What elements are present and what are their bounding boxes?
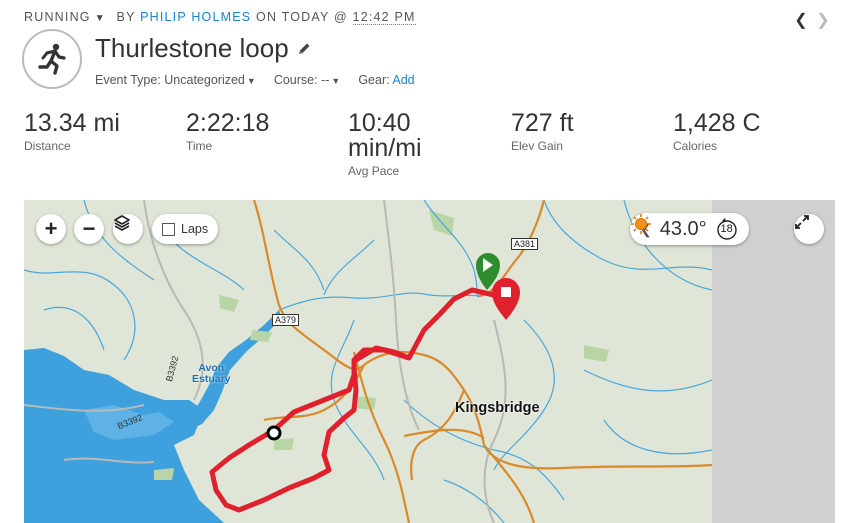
avg-pace-unit: min/mi: [348, 134, 422, 162]
town-label-kingsbridge: Kingsbridge: [455, 400, 540, 416]
elev-gain-value: 727 ft: [511, 109, 574, 137]
activity-meta: Event Type: Uncategorized ▼ Course: -- ▼ G…: [95, 73, 415, 87]
activity-time[interactable]: 12:42 PM: [352, 10, 416, 25]
stat-avg-pace: 10:40 min/mi Avg Pace: [348, 111, 422, 179]
distance-label: Distance: [24, 139, 71, 153]
elev-gain-label: Elev Gain: [511, 139, 564, 153]
add-gear-link[interactable]: Add: [392, 73, 414, 87]
road-label-a381: A381: [511, 238, 539, 250]
mile-marker-icon: [266, 425, 282, 441]
author-link[interactable]: PHILIP HOLMES: [140, 10, 251, 24]
next-activity-icon[interactable]: ❯: [812, 10, 834, 30]
time-value: 2:22:18: [186, 109, 270, 137]
gear-label: Gear:: [358, 73, 390, 87]
laps-label: Laps: [181, 222, 209, 236]
on-label: ON TODAY @: [256, 10, 348, 24]
activity-title-text: Thurlestone loop: [95, 33, 289, 63]
activity-navigation: ❮ ❯: [790, 10, 834, 30]
course-dropdown-icon: ▼: [331, 76, 341, 86]
weather-widget: ❮ 43.0° 18: [630, 213, 749, 245]
zoom-out-button[interactable]: −: [74, 214, 104, 244]
laps-checkbox[interactable]: [162, 222, 175, 236]
activity-header: RUNNING ▼ BY PHILIP HOLMES ON TODAY @ 12:…: [24, 10, 416, 25]
wind-speed: 18: [720, 223, 733, 235]
end-marker-icon: [492, 278, 520, 320]
avg-pace-value: 10:40 min/mi: [348, 111, 422, 161]
fullscreen-icon: [795, 215, 809, 229]
time-label: Time: [186, 139, 213, 153]
course-selector[interactable]: Course: -- ▼: [274, 73, 341, 87]
avg-pace-label: Avg Pace: [348, 164, 400, 178]
distance-value: 13.34 mi: [24, 109, 120, 137]
estuary-label-line2: Estuary: [192, 373, 231, 385]
temperature-value: 43.0°: [659, 217, 707, 240]
layers-icon: [114, 215, 130, 231]
route-map[interactable]: Kingsbridge Avon Estuary A381 A379 B3392 …: [24, 200, 835, 523]
activity-title: Thurlestone loop: [95, 33, 311, 64]
road-label-a379: A379: [272, 314, 300, 326]
laps-toggle[interactable]: Laps: [152, 214, 219, 244]
fullscreen-button[interactable]: [794, 214, 824, 244]
event-type-value: Uncategorized: [164, 73, 245, 87]
map-layers-button[interactable]: [113, 214, 143, 244]
event-type-dropdown-icon: ▼: [246, 76, 256, 86]
sun-icon: [631, 214, 651, 234]
calories-value: 1,428 C: [673, 109, 761, 137]
activity-type: RUNNING: [24, 10, 91, 24]
activity-type-dropdown-icon[interactable]: ▼: [95, 13, 106, 24]
stat-elev-gain: 727 ft Elev Gain: [511, 109, 574, 154]
edit-pencil-icon[interactable]: [297, 42, 311, 56]
wind-indicator: 18: [715, 217, 739, 241]
event-type-label: Event Type:: [95, 73, 161, 87]
avg-pace-number: 10:40: [348, 109, 411, 137]
stat-calories: 1,428 C Calories: [673, 109, 761, 154]
estuary-label: Avon Estuary: [192, 363, 231, 385]
previous-activity-icon[interactable]: ❮: [790, 10, 812, 30]
course-label: Course:: [273, 73, 318, 87]
map-canvas: [24, 200, 835, 523]
running-activity-icon: [22, 29, 82, 89]
gear-field: Gear: Add: [358, 73, 414, 87]
stat-time: 2:22:18 Time: [186, 109, 270, 154]
by-label: BY: [116, 10, 136, 24]
course-value: --: [321, 73, 330, 87]
event-type-selector[interactable]: Event Type: Uncategorized ▼: [95, 73, 256, 87]
zoom-in-button[interactable]: +: [36, 214, 66, 244]
stat-distance: 13.34 mi Distance: [24, 109, 120, 154]
unloaded-tile-area: [712, 200, 835, 523]
calories-label: Calories: [673, 139, 718, 153]
